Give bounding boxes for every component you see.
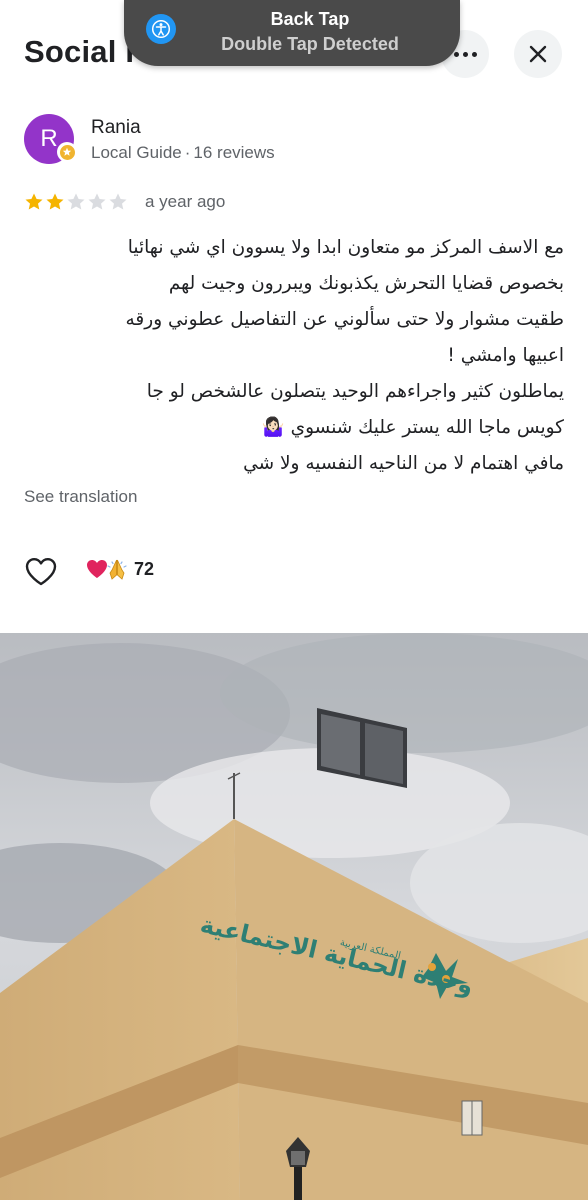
reactions-summary[interactable]: 72 xyxy=(86,558,154,580)
review-text: مع الاسف المركز مو متعاون ابدا ولا يسوون… xyxy=(24,230,565,482)
review-line: مع الاسف المركز مو متعاون ابدا ولا يسوون… xyxy=(127,237,564,258)
review-count: 16 reviews xyxy=(193,143,275,162)
avatar-letter: R xyxy=(40,125,58,152)
reviewer-role: Local Guide xyxy=(91,143,182,162)
review-line: كويس ماجا الله يستر عليك شنسوي 🤷🏻‍♀️ xyxy=(261,417,564,438)
review-line: طقيت مشوار ولا حتى سألوني عن التفاصيل عط… xyxy=(125,309,565,330)
review-line: مافي اهتمام لا من الناحيه النفسيه ولا شي xyxy=(243,453,564,474)
reviewer-meta: Local Guide · 16 reviews xyxy=(91,143,275,163)
star-empty-icon xyxy=(67,193,85,210)
toast-subtitle: Double Tap Detected xyxy=(221,34,399,54)
review-time: a year ago xyxy=(145,192,226,211)
see-translation-link[interactable]: See translation xyxy=(24,487,137,507)
reviewer-info[interactable]: R Rania Local Guide · 16 reviews xyxy=(24,114,564,164)
close-button[interactable] xyxy=(514,30,562,78)
review-line: بخصوص قضايا التحرش يكذبونك ويبررون وجيت … xyxy=(168,273,564,294)
folded-hands-emoji xyxy=(107,559,127,580)
more-horiz-icon xyxy=(453,51,477,57)
review-photo[interactable]: المملكة العربية وحدة الحماية الاجتماعية xyxy=(0,633,588,1200)
red-heart-emoji xyxy=(87,560,107,578)
local-guide-badge-icon xyxy=(57,142,77,162)
rating-row: a year ago xyxy=(24,190,424,214)
building-photo: المملكة العربية وحدة الحماية الاجتماعية xyxy=(0,633,588,1200)
star-empty-icon xyxy=(109,193,127,210)
heart-outline-icon[interactable] xyxy=(24,556,58,588)
star-empty-icon xyxy=(88,193,106,210)
back-tap-toast: Back Tap Double Tap Detected xyxy=(124,0,460,66)
close-icon xyxy=(529,45,547,63)
review-line: يماطلون كثير واجراءهم الوحيد يتصلون عالش… xyxy=(146,381,564,402)
reaction-count: 72 xyxy=(134,558,155,579)
review-line: اعبيها وامشي ! xyxy=(447,345,564,366)
review-actions: 72 xyxy=(24,556,324,588)
star-filled-icon xyxy=(46,193,64,210)
meta-separator: · xyxy=(184,143,191,162)
accessibility-icon xyxy=(146,14,176,44)
star-filled-icon xyxy=(25,193,43,210)
reviewer-name[interactable]: Rania xyxy=(91,117,141,139)
star-rating xyxy=(24,192,128,212)
toast-title: Back Tap xyxy=(270,9,350,29)
